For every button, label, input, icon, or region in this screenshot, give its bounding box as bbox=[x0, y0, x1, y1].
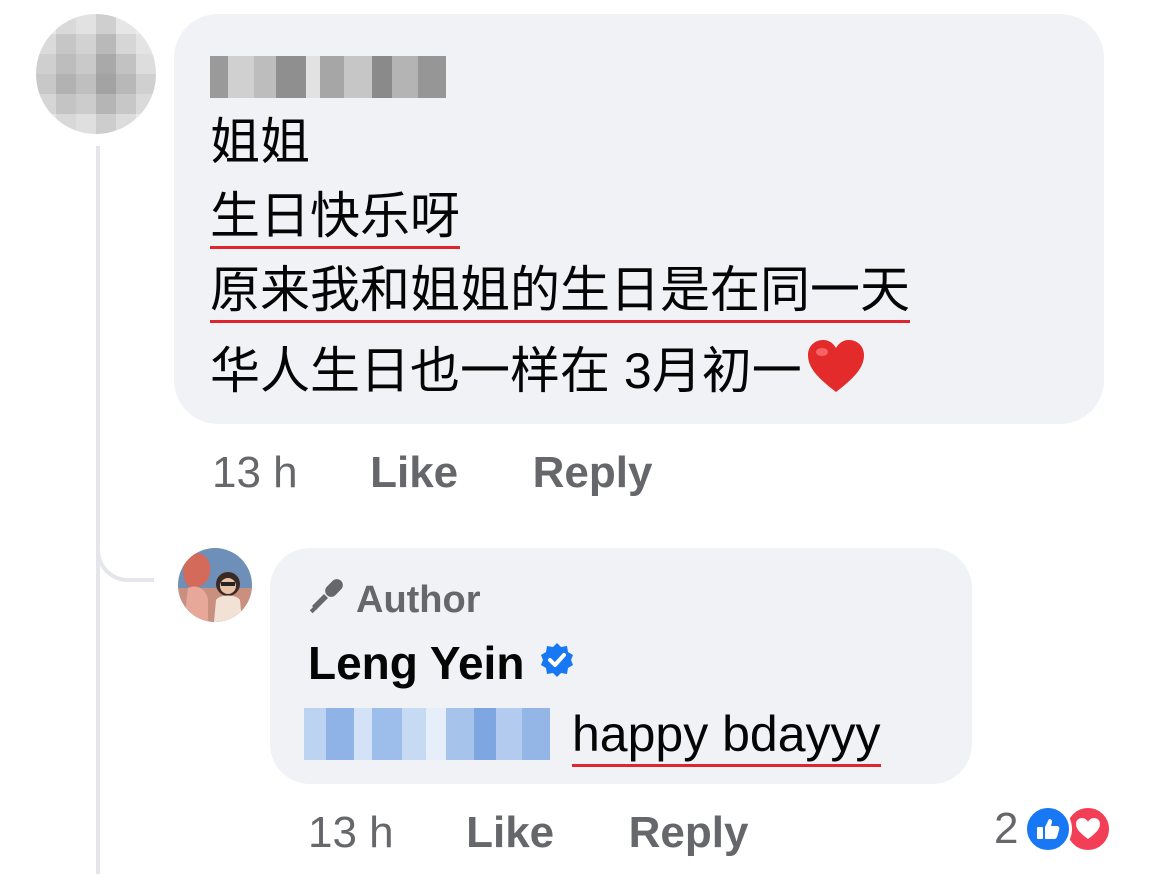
verified-badge-icon bbox=[538, 636, 576, 690]
reply-timestamp[interactable]: 13 h bbox=[308, 808, 394, 857]
comment-thread: 姐姐 生日快乐呀 原来我和姐姐的生日是在同一天 华人生日也一样在 3月初一 13… bbox=[0, 0, 1170, 874]
reply-like-button[interactable]: Like bbox=[466, 808, 554, 857]
reply-reply-button[interactable]: Reply bbox=[629, 808, 749, 857]
like-button[interactable]: Like bbox=[370, 448, 458, 497]
reply-button[interactable]: Reply bbox=[533, 448, 653, 497]
commenter-avatar[interactable] bbox=[36, 14, 156, 134]
comment-line-underlined: 生日快乐呀 bbox=[210, 188, 460, 249]
author-name-link[interactable]: Leng Yein bbox=[308, 636, 576, 690]
comment-line: 姐姐 bbox=[210, 114, 310, 170]
author-badge: Author bbox=[308, 576, 481, 624]
reaction-summary[interactable]: 2 bbox=[994, 804, 1113, 854]
comment-timestamp[interactable]: 13 h bbox=[212, 448, 298, 497]
author-avatar[interactable] bbox=[178, 548, 252, 622]
comment-actions: 13 h Like Reply bbox=[212, 448, 652, 498]
reaction-count: 2 bbox=[994, 804, 1019, 853]
commenter-name-redacted[interactable] bbox=[210, 56, 446, 98]
comment-line-text: 华人生日也一样在 3月初一 bbox=[210, 343, 802, 399]
comment-line-underlined: 原来我和姐姐的生日是在同一天 bbox=[210, 262, 910, 323]
reply-actions: 13 h Like Reply bbox=[308, 808, 748, 858]
comment-line: 生日快乐呀 bbox=[210, 188, 460, 249]
author-name[interactable]: Leng Yein bbox=[308, 636, 524, 690]
comment-line: 华人生日也一样在 3月初一 bbox=[210, 338, 866, 405]
microphone-icon bbox=[308, 576, 346, 624]
mentioned-user-redacted[interactable] bbox=[304, 708, 552, 760]
red-heart-emoji-icon bbox=[806, 338, 866, 405]
thread-connector-curve bbox=[96, 520, 154, 582]
reply-text: happy bdayyy bbox=[572, 706, 881, 767]
reply-text-underlined: happy bdayyy bbox=[572, 706, 881, 767]
thread-connector-line bbox=[96, 146, 100, 874]
author-badge-label: Author bbox=[356, 579, 481, 621]
comment-line: 原来我和姐姐的生日是在同一天 bbox=[210, 262, 910, 323]
like-reaction-icon bbox=[1024, 805, 1073, 853]
